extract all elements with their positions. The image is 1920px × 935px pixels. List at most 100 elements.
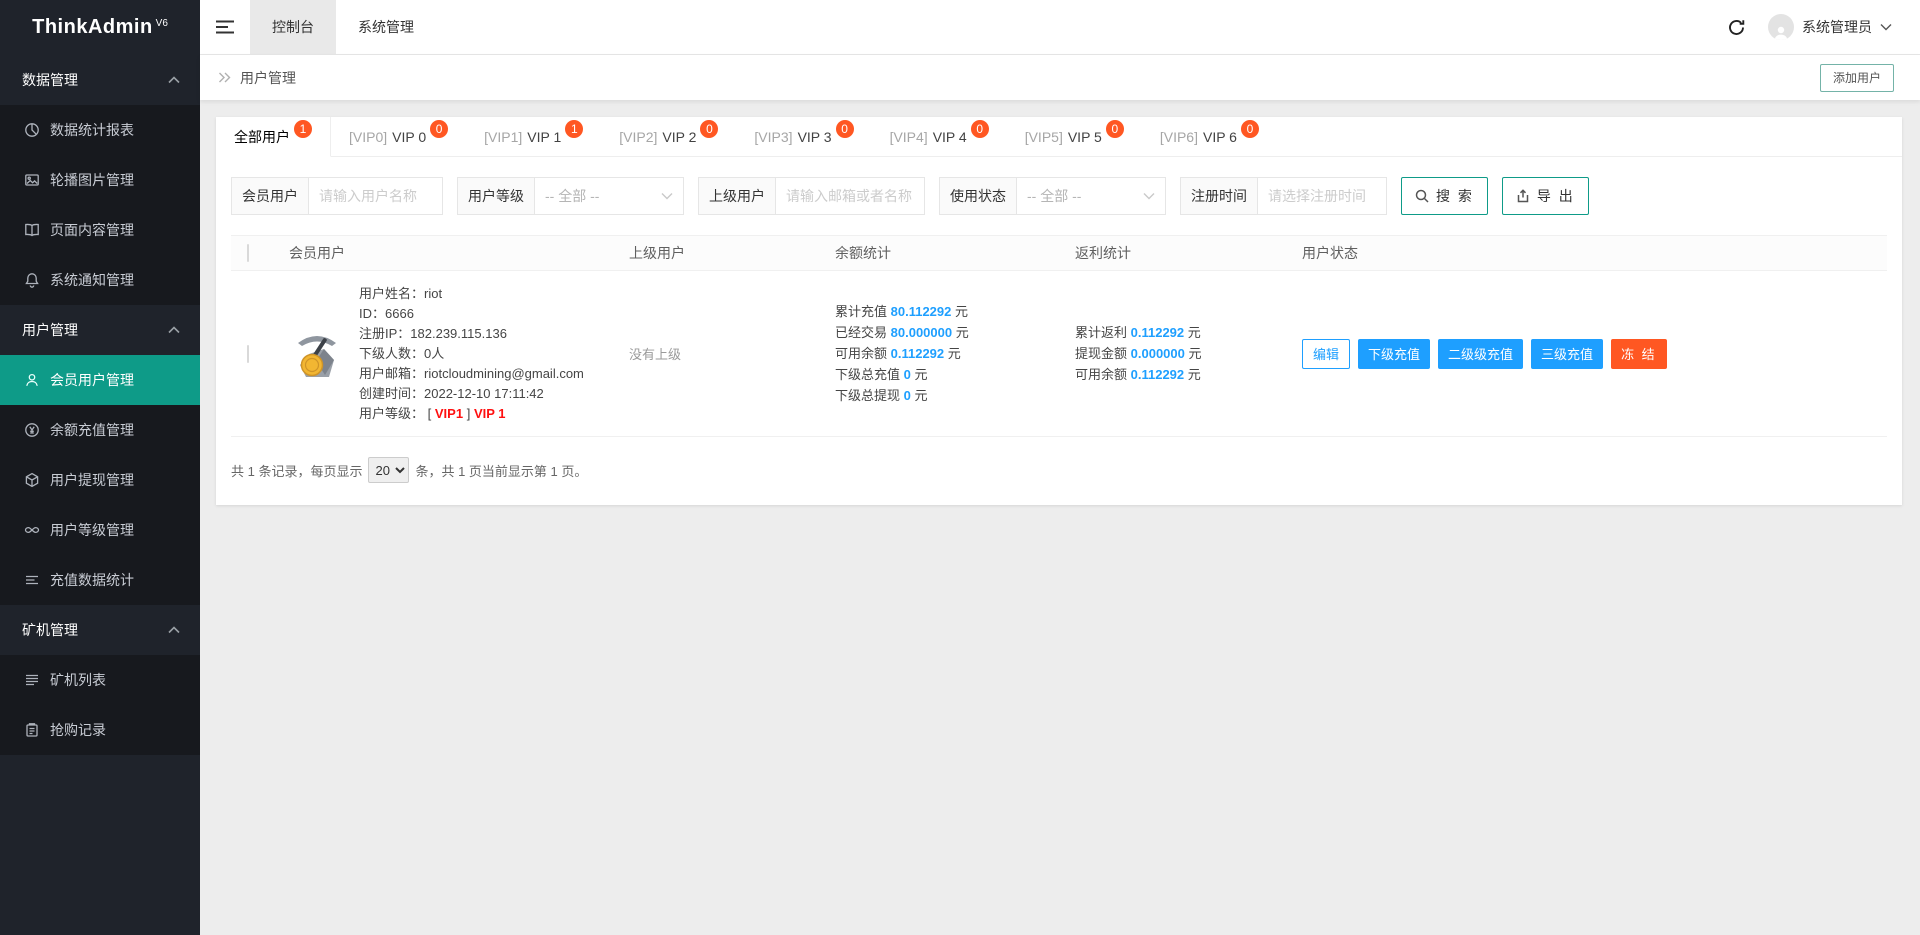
- select-all-checkbox[interactable]: [247, 244, 249, 262]
- tab-label: VIP 0: [392, 129, 426, 145]
- sub-recharge-button[interactable]: 下级充值: [1358, 339, 1430, 369]
- sidebar-item-label: 用户提现管理: [50, 470, 134, 490]
- sidebar-group-users[interactable]: 用户管理: [0, 305, 200, 355]
- breadcrumb-arrow-icon: [218, 72, 232, 83]
- export-icon: [1516, 189, 1530, 203]
- cube-icon: [24, 472, 40, 488]
- tab-label: VIP 2: [662, 129, 696, 145]
- parent-user-input[interactable]: [775, 177, 925, 215]
- detail-label: 下级人数：: [359, 346, 424, 361]
- sidebar-item-label: 余额充值管理: [50, 420, 134, 440]
- sidebar-item-user-level[interactable]: 用户等级管理: [0, 505, 200, 555]
- content-area: 全部用户 1 [VIP0] VIP 0 0 [VIP1] VIP 1 1 [: [200, 100, 1920, 935]
- topbar-tab-console[interactable]: 控制台: [250, 0, 336, 54]
- col-header-rebate: 返利统计: [1073, 243, 1300, 263]
- export-button[interactable]: 导 出: [1502, 177, 1589, 215]
- level3-recharge-button[interactable]: 三级充值: [1531, 339, 1603, 369]
- sidebar-item-member-users[interactable]: 会员用户管理: [0, 355, 200, 405]
- row-checkbox[interactable]: [247, 345, 249, 363]
- bracket: ]: [467, 406, 471, 421]
- sidebar-item-purchase-records[interactable]: 抢购记录: [0, 705, 200, 755]
- user-details: 用户姓名：riot ID：6666 注册IP：182.239.115.136 下…: [359, 284, 584, 424]
- filter-label: 会员用户: [231, 177, 308, 215]
- menu-toggle-button[interactable]: [200, 0, 250, 54]
- user-icon: [24, 372, 40, 388]
- bracket: [: [428, 406, 432, 421]
- sidebar-item-label: 用户等级管理: [50, 520, 134, 540]
- sidebar-item-data-report[interactable]: 数据统计报表: [0, 105, 200, 155]
- stat-unit: 元: [948, 346, 961, 361]
- stats-lines-icon: [24, 572, 40, 588]
- register-time-input[interactable]: [1257, 177, 1387, 215]
- tab-vip6[interactable]: [VIP6] VIP 6 0: [1142, 117, 1277, 156]
- stat-unit: 元: [956, 325, 969, 340]
- table-row: 用户姓名：riot ID：6666 注册IP：182.239.115.136 下…: [231, 271, 1887, 437]
- sidebar-item-label: 页面内容管理: [50, 220, 134, 240]
- per-page-select[interactable]: 20: [368, 457, 409, 483]
- stat-value: 80.000000: [891, 325, 952, 340]
- member-name-input[interactable]: [308, 177, 443, 215]
- tab-prefix: [VIP4]: [890, 129, 928, 145]
- created-time-value: 2022-12-10 17:11:42: [424, 386, 544, 401]
- chevron-up-icon: [168, 626, 180, 634]
- select-value: -- 全部 --: [545, 186, 599, 206]
- page-title: 用户管理: [240, 68, 296, 88]
- chevron-down-icon: [661, 192, 673, 200]
- col-header-parent: 上级用户: [627, 243, 833, 263]
- sidebar-item-page-content[interactable]: 页面内容管理: [0, 205, 200, 255]
- sidebar-item-miner-list[interactable]: 矿机列表: [0, 655, 200, 705]
- sidebar-item-carousel[interactable]: 轮播图片管理: [0, 155, 200, 205]
- tab-vip1[interactable]: [VIP1] VIP 1 1: [466, 117, 601, 156]
- topbar-tab-label: 控制台: [272, 17, 314, 37]
- sidebar-item-notifications[interactable]: 系统通知管理: [0, 255, 200, 305]
- filter-register-time: 注册时间: [1180, 177, 1387, 215]
- topbar-tab-system[interactable]: 系统管理: [336, 0, 436, 54]
- person-icon: [1772, 24, 1790, 40]
- user-id-value: 6666: [385, 306, 414, 321]
- search-button-label: 搜 索: [1436, 186, 1474, 206]
- tab-vip4[interactable]: [VIP4] VIP 4 0: [872, 117, 1007, 156]
- stat-label: 已经交易: [835, 325, 887, 340]
- tab-label: VIP 4: [933, 129, 967, 145]
- filter-member-user: 会员用户: [231, 177, 443, 215]
- usage-status-select[interactable]: -- 全部 --: [1016, 177, 1166, 215]
- col-header-member: 会员用户: [287, 243, 627, 263]
- sidebar-item-label: 数据统计报表: [50, 120, 134, 140]
- filter-parent-user: 上级用户: [698, 177, 925, 215]
- sidebar-item-balance-recharge[interactable]: 余额充值管理: [0, 405, 200, 455]
- username-label: 系统管理员: [1802, 17, 1872, 37]
- user-status-cell: 编辑 下级充值 二级级充值 三级充值 冻 结: [1300, 339, 1887, 369]
- topbar-tab-label: 系统管理: [358, 17, 414, 37]
- sidebar-item-withdrawal[interactable]: 用户提现管理: [0, 455, 200, 505]
- search-button[interactable]: 搜 索: [1401, 177, 1488, 215]
- sidebar-group-data[interactable]: 数据管理: [0, 55, 200, 105]
- tab-badge: 0: [430, 120, 448, 138]
- stat-unit: 元: [1189, 346, 1202, 361]
- balance-stats-cell: 累计充值 80.112292 元 已经交易 80.000000 元 可用余额 0…: [833, 301, 1073, 406]
- stat-unit: 元: [1188, 367, 1201, 382]
- refresh-icon: [1727, 18, 1746, 37]
- level2-recharge-button[interactable]: 二级级充值: [1438, 339, 1523, 369]
- tab-prefix: [VIP3]: [754, 129, 792, 145]
- refresh-button[interactable]: [1727, 18, 1746, 37]
- account-menu[interactable]: 系统管理员: [1768, 14, 1892, 40]
- topbar: 控制台 系统管理 系统管理员: [200, 0, 1920, 55]
- stat-value: 80.112292: [891, 304, 952, 319]
- tab-vip3[interactable]: [VIP3] VIP 3 0: [736, 117, 871, 156]
- logo-text: ThinkAdmin: [32, 16, 153, 39]
- sidebar-group-miners[interactable]: 矿机管理: [0, 605, 200, 655]
- user-level-select[interactable]: -- 全部 --: [534, 177, 684, 215]
- tab-vip5[interactable]: [VIP5] VIP 5 0: [1007, 117, 1142, 156]
- user-email-value: riotcloudmining@gmail.com: [424, 366, 584, 381]
- chevron-up-icon: [168, 326, 180, 334]
- freeze-button[interactable]: 冻 结: [1611, 339, 1667, 369]
- tab-vip0[interactable]: [VIP0] VIP 0 0: [331, 117, 466, 156]
- pagination: 共 1 条记录，每页显示 20 条，共 1 页当前显示第 1 页。: [216, 437, 1902, 505]
- breadcrumb: 用户管理: [218, 68, 296, 88]
- tab-all-users[interactable]: 全部用户 1: [216, 117, 331, 157]
- sidebar-item-recharge-stats[interactable]: 充值数据统计: [0, 555, 200, 605]
- tab-vip2[interactable]: [VIP2] VIP 2 0: [601, 117, 736, 156]
- add-user-button[interactable]: 添加用户: [1820, 64, 1894, 92]
- edit-button[interactable]: 编辑: [1302, 339, 1350, 369]
- rebate-stats-cell: 累计返利 0.112292 元 提现金额 0.000000 元 可用余额 0.1…: [1073, 322, 1300, 385]
